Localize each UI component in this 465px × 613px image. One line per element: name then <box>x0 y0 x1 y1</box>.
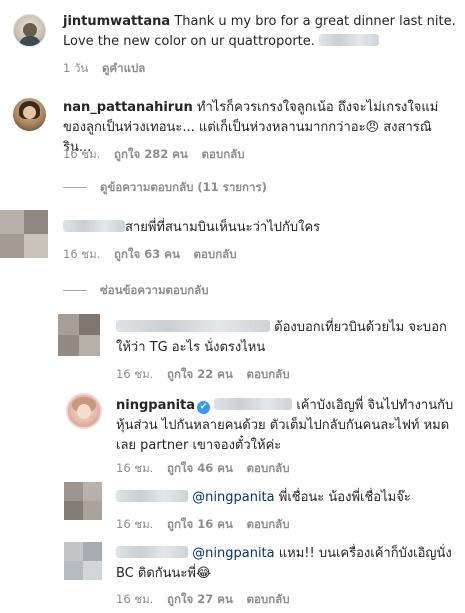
timestamp: 1 วัน <box>63 61 89 75</box>
comment-2: nan_pattanahirun ทำไรก็ควรเกรงใจลูกเน้อ … <box>0 90 465 200</box>
likes-count[interactable]: ถูกใจ 63 คน <box>114 247 180 261</box>
translate-link[interactable]: ดูคำแปล <box>102 61 145 75</box>
likes-count[interactable]: ถูกใจ 27 คน <box>167 592 233 606</box>
blurred-username <box>116 546 188 558</box>
likes-count[interactable]: ถูกใจ 46 คน <box>167 461 233 475</box>
comment-meta: 16 ชม. ถูกใจ 46 คน ตอบกลับ <box>116 460 300 478</box>
blurred-mention <box>214 398 293 410</box>
avatar[interactable] <box>64 542 102 580</box>
comment-1: jintumwattana Thank u my bro for a great… <box>0 0 465 80</box>
comment-body: @ningpanita แหม!! บนเครื่องเค้าก็บังเอิญ… <box>116 544 456 584</box>
avatar-figure-body <box>19 36 41 46</box>
view-replies-button[interactable]: ดูข้อความตอบกลับ (11 รายการ) <box>100 179 267 197</box>
avatar[interactable] <box>64 482 102 520</box>
avatar-figure <box>23 23 37 37</box>
timestamp: 16 ชม. <box>116 517 154 531</box>
mention-link[interactable]: @ningpanita <box>192 546 274 561</box>
verified-badge-icon: ✔ <box>197 401 211 414</box>
replies-divider <box>63 187 87 188</box>
blurred-username <box>116 320 270 332</box>
comment-body: ต้องบอกเที่ยวบินด้วยไม จะบอกให้ว่า TG อะ… <box>116 318 456 358</box>
timestamp: 16 ชม. <box>63 147 101 161</box>
avatar[interactable] <box>66 393 102 429</box>
comment-body: ningpanita ✔ เค้าบังเอิญพี่ จินไปทำงานกับ… <box>116 396 456 456</box>
comment-meta: 16 ชม. ถูกใจ 27 คน ตอบกลับ <box>116 591 300 609</box>
reply-button[interactable]: ตอบกลับ <box>202 147 245 161</box>
avatar[interactable] <box>13 14 46 47</box>
comment-meta: 16 ชม. ถูกใจ 282 คน ตอบกลับ <box>63 146 255 164</box>
likes-count[interactable]: ถูกใจ 282 คน <box>114 147 188 161</box>
reply-2: ningpanita ✔ เค้าบังเอิญพี่ จินไปทำงานกับ… <box>0 388 465 478</box>
comment-3: สายพี่ที่สนามบินเห็นนะว่าไปกับใคร 16 ชม.… <box>0 210 465 300</box>
likes-count[interactable]: ถูกใจ 22 คน <box>167 367 233 381</box>
comment-meta: 16 ชม. ถูกใจ 22 คน ตอบกลับ <box>116 366 300 384</box>
blurred-text <box>319 34 380 46</box>
blurred-username <box>63 220 125 232</box>
blurred-username <box>116 490 188 502</box>
comment-body: @ningpanita พี่เชื่อนะ น้องพี่เชื่อไมจ๊ะ <box>116 488 456 508</box>
username[interactable]: jintumwattana <box>63 14 170 29</box>
reply-4: @ningpanita แหม!! บนเครื่องเค้าก็บังเอิญ… <box>0 538 465 613</box>
comment-meta: 1 วัน ดูคำแปล <box>63 60 155 78</box>
avatar[interactable] <box>13 98 46 131</box>
reply-button[interactable]: ตอบกลับ <box>247 367 290 381</box>
reply-3: @ningpanita พี่เชื่อนะ น้องพี่เชื่อไมจ๊ะ… <box>0 480 465 538</box>
reply-1: ต้องบอกเที่ยวบินด้วยไม จะบอกให้ว่า TG อะ… <box>0 310 465 385</box>
timestamp: 16 ชม. <box>63 247 101 261</box>
avatar[interactable] <box>0 210 48 258</box>
comment-text: สายพี่ที่สนามบินเห็นนะว่าไปกับใคร <box>125 220 321 235</box>
username[interactable]: nan_pattanahirun <box>63 100 193 115</box>
hide-replies-button[interactable]: ซ่อนข้อความตอบกลับ <box>100 282 209 300</box>
timestamp: 16 ชม. <box>116 461 154 475</box>
timestamp: 16 ชม. <box>116 592 154 606</box>
comment-text: พี่เชื่อนะ น้องพี่เชื่อไมจ๊ะ <box>278 490 411 505</box>
comment-meta: 16 ชม. ถูกใจ 16 คน ตอบกลับ <box>116 516 300 534</box>
username[interactable]: ningpanita <box>116 398 195 413</box>
reply-button[interactable]: ตอบกลับ <box>247 517 290 531</box>
timestamp: 16 ชม. <box>116 367 154 381</box>
replies-divider <box>63 290 87 291</box>
reply-button[interactable]: ตอบกลับ <box>247 592 290 606</box>
avatar-face <box>23 106 36 119</box>
avatar[interactable] <box>58 314 100 356</box>
avatar-face <box>77 404 91 419</box>
comment-meta: 16 ชม. ถูกใจ 63 คน ตอบกลับ <box>63 246 247 264</box>
reply-button[interactable]: ตอบกลับ <box>247 461 290 475</box>
reply-button[interactable]: ตอบกลับ <box>194 247 237 261</box>
comment-body: jintumwattana Thank u my bro for a great… <box>63 12 458 52</box>
comment-body: สายพี่ที่สนามบินเห็นนะว่าไปกับใคร <box>63 218 458 238</box>
mention-link[interactable]: @ningpanita <box>192 490 274 505</box>
likes-count[interactable]: ถูกใจ 16 คน <box>167 517 233 531</box>
